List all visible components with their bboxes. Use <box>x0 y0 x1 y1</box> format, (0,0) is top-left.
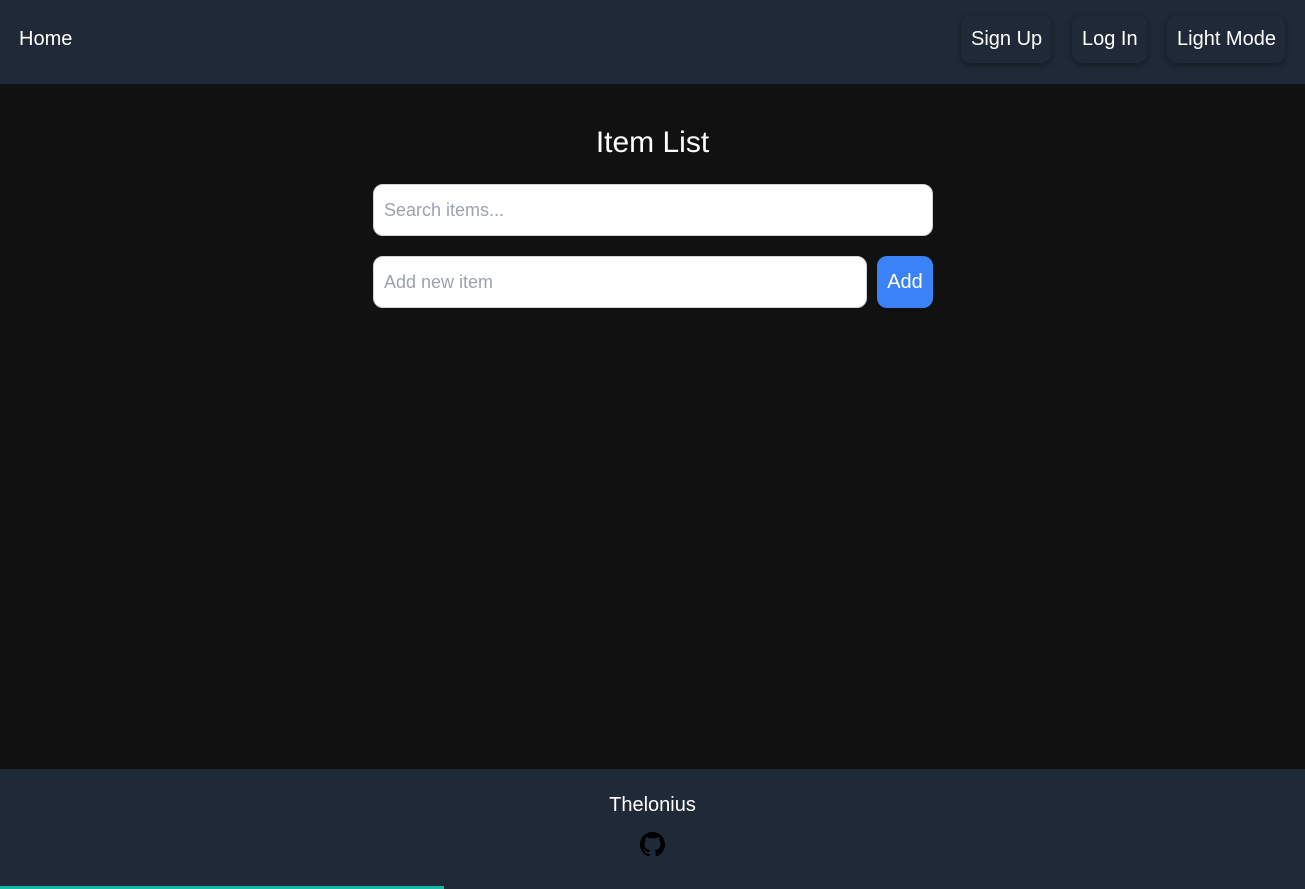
footer: Thelonius <box>0 769 1305 886</box>
search-input[interactable] <box>373 184 933 236</box>
log-in-button[interactable]: Log In <box>1072 15 1147 63</box>
page: Home Sign Up Log In Light Mode Item List… <box>0 0 1305 889</box>
new-item-input[interactable] <box>373 256 867 308</box>
github-link[interactable] <box>640 832 665 857</box>
add-item-button[interactable]: Add <box>877 256 933 308</box>
footer-author-name: Thelonius <box>609 794 696 816</box>
navbar: Home Sign Up Log In Light Mode <box>0 0 1305 84</box>
page-title: Item List <box>595 126 710 159</box>
sign-up-button[interactable]: Sign Up <box>961 15 1051 63</box>
github-icon <box>640 832 665 857</box>
home-link[interactable]: Home <box>19 27 72 51</box>
light-mode-button[interactable]: Light Mode <box>1167 15 1285 63</box>
